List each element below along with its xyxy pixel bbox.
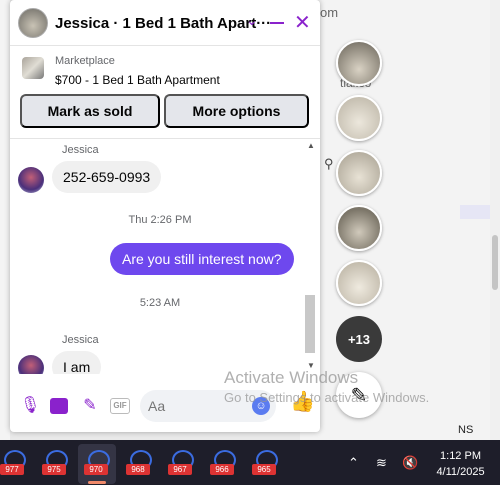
message-sender: Jessica — [62, 334, 99, 346]
system-clock[interactable]: 1:12 PM 4/11/2025 — [428, 448, 493, 480]
background-text-fragment: om — [320, 5, 339, 20]
incoming-message[interactable]: I am — [52, 351, 102, 374]
chat-head-avatar[interactable] — [336, 150, 382, 196]
message-timestamp: Thu 2:26 PM — [128, 214, 192, 226]
notification-badge: 970 — [84, 464, 108, 475]
notification-badge: 965 — [252, 464, 276, 475]
chat-title[interactable]: Jessica · 1 Bed 1 Bath Apart··· — [55, 15, 271, 32]
gif-icon[interactable]: GIF — [110, 398, 130, 414]
chat-header: Jessica · 1 Bed 1 Bath Apart··· ⌄ ✕ — [10, 0, 320, 46]
mark-as-sold-button[interactable]: Mark as sold — [20, 94, 160, 128]
sticker-icon[interactable]: ✎ — [80, 396, 100, 416]
chat-head-avatar[interactable] — [336, 95, 382, 141]
close-icon[interactable]: ✕ — [294, 10, 311, 35]
taskbar-app[interactable]: 965 — [252, 448, 282, 478]
message-list: Jessica 252-659-0993 Thu 2:26 PM Are you… — [10, 138, 320, 374]
listing-price-title: $700 - 1 Bed 1 Bath Apartment — [55, 73, 220, 87]
background-scrollbar[interactable] — [490, 0, 500, 440]
show-hidden-icons-chevron-icon[interactable]: ⌃ — [348, 455, 359, 471]
avatar[interactable] — [18, 355, 44, 374]
avatar[interactable] — [18, 167, 44, 193]
active-task-indicator — [88, 481, 106, 484]
outgoing-message[interactable]: Are you still interest now? — [110, 243, 294, 275]
microphone-icon[interactable]: 🎙 — [20, 396, 40, 416]
activation-watermark-subtitle: Go to Settings to activate Windows. — [224, 390, 430, 405]
minimize-icon[interactable] — [270, 22, 284, 24]
message-scrollbar[interactable]: ▲ ▼ — [305, 139, 317, 374]
background-window-edge — [0, 0, 10, 440]
notification-badge: 967 — [168, 464, 192, 475]
clock-date: 4/11/2025 — [436, 466, 485, 478]
background-text-fragment: NS — [458, 424, 474, 436]
incoming-message[interactable]: 252-659-0993 — [52, 161, 162, 193]
search-icon: ⚲ — [324, 156, 334, 171]
taskbar-app[interactable]: 966 — [210, 448, 240, 478]
photo-gallery-icon[interactable] — [50, 398, 68, 414]
notification-badge: 966 — [210, 464, 234, 475]
marketplace-listing[interactable]: Marketplace $700 - 1 Bed 1 Bath Apartmen… — [10, 47, 320, 91]
chat-head-avatar[interactable] — [336, 260, 382, 306]
notification-badge: 968 — [126, 464, 150, 475]
more-options-button[interactable]: More options — [164, 94, 309, 128]
scrollbar-thumb[interactable] — [305, 295, 315, 353]
wifi-icon[interactable]: ≋ — [376, 455, 387, 471]
scroll-up-icon[interactable]: ▲ — [307, 141, 315, 150]
message-timestamp: 5:23 AM — [139, 297, 181, 309]
conversation-avatar[interactable] — [18, 8, 48, 38]
listing-thumbnail — [22, 57, 44, 79]
scrollbar-thumb[interactable] — [492, 235, 498, 290]
taskbar-app[interactable]: 970 — [84, 448, 114, 478]
volume-muted-icon[interactable]: 🔇 — [402, 455, 418, 471]
listing-label: Marketplace — [55, 55, 115, 67]
taskbar-app[interactable]: 977 — [0, 448, 30, 478]
more-chats-button[interactable]: +13 — [336, 316, 382, 362]
activation-watermark-title: Activate Windows — [224, 368, 359, 387]
notification-badge: 977 — [0, 464, 24, 475]
taskbar-app[interactable]: 975 — [42, 448, 72, 478]
notification-badge: 975 — [42, 464, 66, 475]
background-highlight — [460, 205, 490, 219]
chat-head-avatar[interactable] — [336, 205, 382, 251]
taskbar-app[interactable]: 967 — [168, 448, 198, 478]
chat-head-avatar[interactable] — [336, 40, 382, 86]
message-sender: Jessica — [62, 144, 99, 156]
chevron-down-icon[interactable]: ⌄ — [246, 12, 258, 29]
taskbar — [0, 440, 500, 485]
taskbar-app[interactable]: 968 — [126, 448, 156, 478]
clock-time: 1:12 PM — [440, 450, 481, 462]
